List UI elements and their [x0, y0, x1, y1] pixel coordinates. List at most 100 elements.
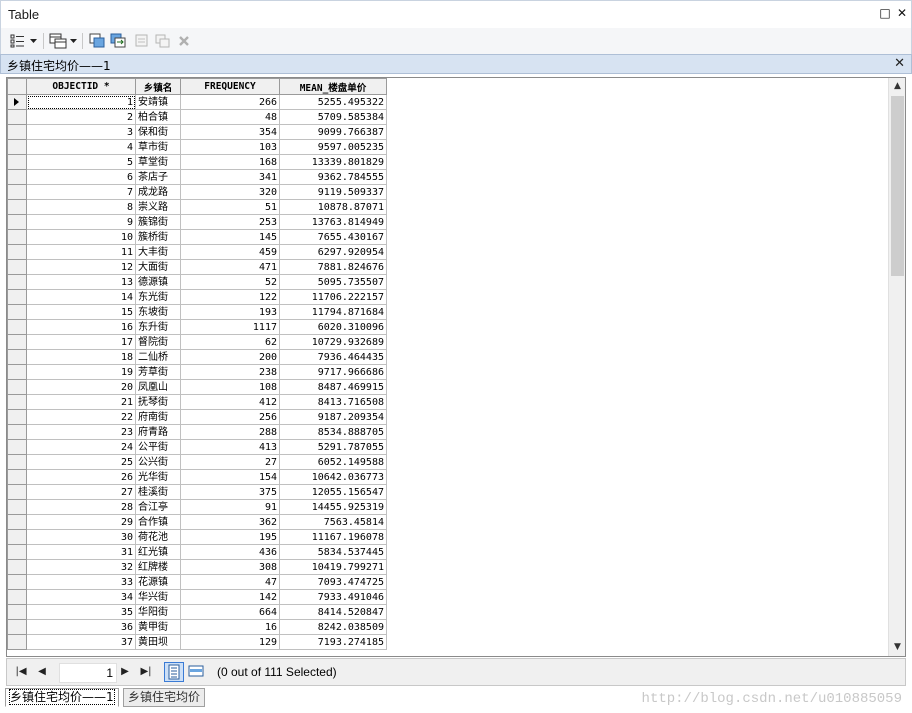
- cell-mean-unit-price[interactable]: 7936.464435: [279, 349, 387, 365]
- cell-township-name[interactable]: 花源镇: [135, 574, 181, 590]
- cell-objectid[interactable]: 30: [26, 529, 136, 545]
- cell-objectid[interactable]: 8: [26, 199, 136, 215]
- table-row[interactable]: 30 荷花池 195 11167.196078: [7, 529, 387, 545]
- cell-mean-unit-price[interactable]: 11794.871684: [279, 304, 387, 320]
- row-selector[interactable]: [7, 154, 27, 170]
- cell-frequency[interactable]: 27: [180, 454, 280, 470]
- cell-frequency[interactable]: 256: [180, 409, 280, 425]
- table-row[interactable]: 1 安靖镇 266 5255.495322: [7, 94, 387, 110]
- cell-objectid[interactable]: 19: [26, 364, 136, 380]
- row-selector[interactable]: [7, 619, 27, 635]
- row-selector[interactable]: [7, 529, 27, 545]
- show-all-records-button[interactable]: [164, 662, 184, 682]
- table-row[interactable]: 23 府青路 288 8534.888705: [7, 424, 387, 440]
- row-selector[interactable]: [7, 484, 27, 500]
- cell-objectid[interactable]: 37: [26, 634, 136, 650]
- row-selector[interactable]: [7, 184, 27, 200]
- row-selector[interactable]: [7, 229, 27, 245]
- cell-mean-unit-price[interactable]: 13339.801829: [279, 154, 387, 170]
- cell-objectid[interactable]: 12: [26, 259, 136, 275]
- cell-objectid[interactable]: 18: [26, 349, 136, 365]
- cell-frequency[interactable]: 193: [180, 304, 280, 320]
- column-header-objectid[interactable]: OBJECTID *: [26, 78, 136, 95]
- cell-mean-unit-price[interactable]: 5709.585384: [279, 109, 387, 125]
- row-selector[interactable]: [7, 409, 27, 425]
- cell-mean-unit-price[interactable]: 8413.716508: [279, 394, 387, 410]
- row-selector[interactable]: [7, 259, 27, 275]
- table-row[interactable]: 18 二仙桥 200 7936.464435: [7, 349, 387, 365]
- cell-township-name[interactable]: 合江亭: [135, 499, 181, 515]
- cell-objectid[interactable]: 17: [26, 334, 136, 350]
- row-selector[interactable]: [7, 319, 27, 335]
- cell-mean-unit-price[interactable]: 10419.799271: [279, 559, 387, 575]
- cell-frequency[interactable]: 266: [180, 94, 280, 110]
- cell-township-name[interactable]: 光华街: [135, 469, 181, 485]
- table-row[interactable]: 3 保和街 354 9099.766387: [7, 124, 387, 140]
- table-row[interactable]: 20 凤凰山 108 8487.469915: [7, 379, 387, 395]
- row-selector[interactable]: [7, 214, 27, 230]
- cell-objectid[interactable]: 3: [26, 124, 136, 140]
- cell-frequency[interactable]: 1117: [180, 319, 280, 335]
- cell-objectid[interactable]: 2: [26, 109, 136, 125]
- cell-frequency[interactable]: 288: [180, 424, 280, 440]
- cell-township-name[interactable]: 桂溪街: [135, 484, 181, 500]
- cell-township-name[interactable]: 柏合镇: [135, 109, 181, 125]
- cell-township-name[interactable]: 督院街: [135, 334, 181, 350]
- cell-mean-unit-price[interactable]: 7093.474725: [279, 574, 387, 590]
- row-selector[interactable]: [7, 439, 27, 455]
- table-row[interactable]: 27 桂溪街 375 12055.156547: [7, 484, 387, 500]
- table-row[interactable]: 6 茶店子 341 9362.784555: [7, 169, 387, 185]
- cell-mean-unit-price[interactable]: 6020.310096: [279, 319, 387, 335]
- cell-objectid[interactable]: 36: [26, 619, 136, 635]
- cell-frequency[interactable]: 103: [180, 139, 280, 155]
- table-options-icon[interactable]: [9, 31, 27, 51]
- table-row[interactable]: 17 督院街 62 10729.932689: [7, 334, 387, 350]
- cell-frequency[interactable]: 341: [180, 169, 280, 185]
- cell-mean-unit-price[interactable]: 8414.520847: [279, 604, 387, 620]
- scroll-up-icon[interactable]: ▲: [889, 78, 905, 95]
- bottom-tab-source-table[interactable]: 乡镇住宅均价: [123, 688, 206, 707]
- row-selector[interactable]: [7, 604, 27, 620]
- cell-objectid[interactable]: 4: [26, 139, 136, 155]
- table-row[interactable]: 34 华兴街 142 7933.491046: [7, 589, 387, 605]
- cell-township-name[interactable]: 府南街: [135, 409, 181, 425]
- cell-objectid[interactable]: 32: [26, 559, 136, 575]
- cell-township-name[interactable]: 二仙桥: [135, 349, 181, 365]
- column-header-mean-unit-price[interactable]: MEAN_楼盘单价: [279, 78, 387, 95]
- cell-frequency[interactable]: 195: [180, 529, 280, 545]
- cell-mean-unit-price[interactable]: 6297.920954: [279, 244, 387, 260]
- table-row[interactable]: 7 成龙路 320 9119.509337: [7, 184, 387, 200]
- cell-frequency[interactable]: 51: [180, 199, 280, 215]
- cell-objectid[interactable]: 35: [26, 604, 136, 620]
- cell-mean-unit-price[interactable]: 10878.87071: [279, 199, 387, 215]
- cell-frequency[interactable]: 413: [180, 439, 280, 455]
- table-options-dropdown-arrow-icon[interactable]: [28, 31, 38, 51]
- cell-objectid[interactable]: 13: [26, 274, 136, 290]
- cell-mean-unit-price[interactable]: 5255.495322: [279, 94, 387, 110]
- cell-mean-unit-price[interactable]: 9187.209354: [279, 409, 387, 425]
- table-row[interactable]: 2 柏合镇 48 5709.585384: [7, 109, 387, 125]
- row-selector[interactable]: [7, 364, 27, 380]
- cell-township-name[interactable]: 崇义路: [135, 199, 181, 215]
- cell-objectid[interactable]: 23: [26, 424, 136, 440]
- row-selector[interactable]: [7, 334, 27, 350]
- row-selector[interactable]: [7, 469, 27, 485]
- cell-objectid[interactable]: 21: [26, 394, 136, 410]
- cell-frequency[interactable]: 154: [180, 469, 280, 485]
- table-row[interactable]: 9 簇锦街 253 13763.814949: [7, 214, 387, 230]
- cell-township-name[interactable]: 安靖镇: [135, 94, 181, 110]
- table-row[interactable]: 15 东坡街 193 11794.871684: [7, 304, 387, 320]
- cell-objectid[interactable]: 14: [26, 289, 136, 305]
- cell-frequency[interactable]: 122: [180, 289, 280, 305]
- row-selector[interactable]: [7, 589, 27, 605]
- table-row[interactable]: 8 崇义路 51 10878.87071: [7, 199, 387, 215]
- row-selector[interactable]: [7, 274, 27, 290]
- cell-objectid[interactable]: 6: [26, 169, 136, 185]
- cell-frequency[interactable]: 664: [180, 604, 280, 620]
- cell-objectid[interactable]: 24: [26, 439, 136, 455]
- table-row[interactable]: 32 红牌楼 308 10419.799271: [7, 559, 387, 575]
- row-selector[interactable]: [7, 289, 27, 305]
- row-selector[interactable]: [7, 169, 27, 185]
- cell-objectid[interactable]: 29: [26, 514, 136, 530]
- table-row[interactable]: 35 华阳街 664 8414.520847: [7, 604, 387, 620]
